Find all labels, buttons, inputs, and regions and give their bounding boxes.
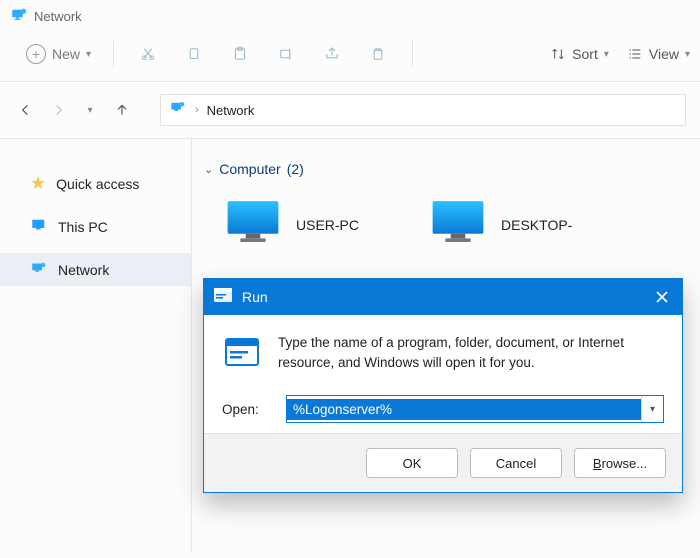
chevron-down-icon: ▾ — [604, 49, 609, 60]
nav-row: ▾ › Network — [0, 82, 700, 139]
window-titlebar: Network — [0, 0, 700, 33]
computer-name: DESKTOP- — [501, 217, 572, 233]
open-combobox[interactable]: ▾ — [286, 395, 664, 423]
toolbar: + New ▾ Sort ▾ View ▾ — [0, 33, 700, 82]
monitor-icon — [30, 216, 48, 237]
group-label: Computer — [219, 161, 280, 177]
breadcrumb-location[interactable]: Network — [207, 103, 255, 118]
run-app-icon — [222, 333, 262, 373]
browse-button[interactable]: Browse... — [574, 448, 666, 478]
chevron-down-icon: ▾ — [685, 49, 690, 60]
close-button[interactable] — [652, 287, 672, 307]
address-bar[interactable]: › Network — [160, 94, 686, 126]
new-button-label: New — [52, 46, 80, 62]
sort-button[interactable]: Sort ▾ — [550, 46, 609, 62]
close-icon — [655, 290, 669, 304]
network-icon — [169, 99, 187, 122]
network-icon — [30, 259, 48, 280]
sidebar-item-network[interactable]: Network — [0, 253, 191, 286]
delete-button[interactable] — [360, 39, 396, 69]
dropdown-button[interactable]: ▾ — [641, 396, 663, 422]
sort-icon — [550, 46, 566, 62]
open-input[interactable] — [287, 399, 641, 420]
view-label: View — [649, 46, 679, 62]
up-button[interactable] — [110, 98, 134, 122]
chevron-down-icon: ▾ — [650, 404, 655, 415]
run-button-row: OK Cancel Browse... — [204, 433, 682, 492]
network-icon — [10, 6, 28, 27]
view-button[interactable]: View ▾ — [627, 46, 690, 62]
sidebar-item-label: Network — [58, 262, 109, 278]
sidebar-item-label: Quick access — [56, 176, 139, 192]
back-button[interactable] — [14, 98, 38, 122]
sidebar-item-quick-access[interactable]: ★ Quick access — [0, 167, 191, 200]
monitor-icon — [224, 197, 282, 252]
copy-button[interactable] — [176, 39, 212, 69]
cut-button[interactable] — [130, 39, 166, 69]
recent-button[interactable]: ▾ — [78, 98, 102, 122]
chevron-right-icon: › — [195, 104, 199, 116]
computer-name: USER-PC — [296, 217, 359, 233]
rename-button[interactable] — [268, 39, 304, 69]
ok-button[interactable]: OK — [366, 448, 458, 478]
run-dialog: Run Type the name of a program, folder, … — [203, 278, 683, 493]
forward-button[interactable] — [46, 98, 70, 122]
sort-label: Sort — [572, 46, 598, 62]
plus-icon: + — [26, 44, 46, 64]
run-title: Run — [242, 289, 268, 305]
chevron-down-icon: ⌄ — [204, 163, 213, 176]
run-description: Type the name of a program, folder, docu… — [278, 333, 664, 372]
chevron-down-icon: ▾ — [86, 49, 91, 60]
monitor-icon — [429, 197, 487, 252]
sidebar-item-label: This PC — [58, 219, 108, 235]
group-count: (2) — [287, 161, 304, 177]
open-label: Open: — [222, 402, 274, 417]
computer-item[interactable]: DESKTOP- — [429, 197, 572, 252]
chevron-down-icon: ▾ — [87, 105, 92, 116]
group-header[interactable]: ⌄ Computer (2) — [202, 161, 690, 177]
view-icon — [627, 46, 643, 62]
run-titlebar[interactable]: Run — [204, 279, 682, 315]
share-button[interactable] — [314, 39, 350, 69]
window-title-text: Network — [34, 9, 82, 24]
run-app-icon — [214, 288, 232, 307]
cancel-button[interactable]: Cancel — [470, 448, 562, 478]
computer-item[interactable]: USER-PC — [224, 197, 359, 252]
sidebar-item-this-pc[interactable]: This PC — [0, 210, 191, 243]
sidebar: ★ Quick access This PC Network — [0, 139, 192, 553]
star-icon: ★ — [30, 173, 46, 194]
new-button[interactable]: + New ▾ — [20, 40, 97, 68]
separator — [412, 41, 413, 67]
separator — [113, 41, 114, 67]
paste-button[interactable] — [222, 39, 258, 69]
